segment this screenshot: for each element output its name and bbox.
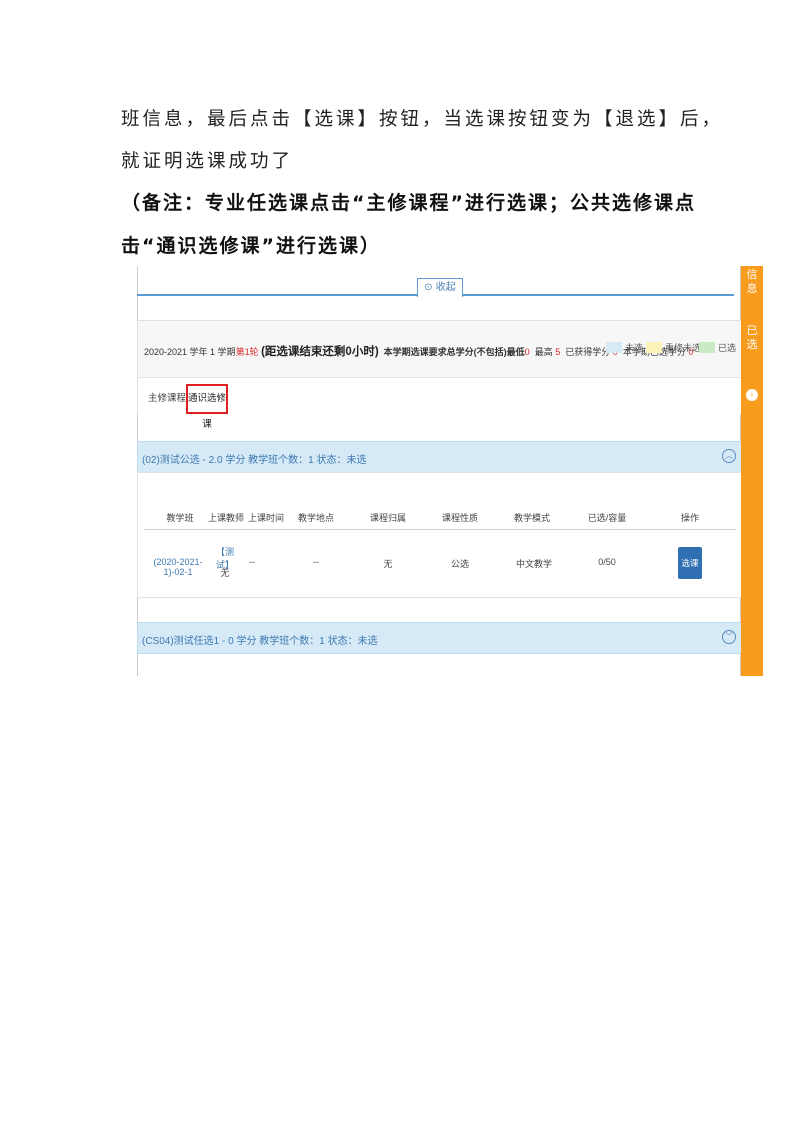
class-code-link[interactable]: (2020-2021-1)-02-1	[144, 557, 212, 577]
course-header-1-text: (02)测试公选 - 2.0 学分 教学班个数：1 状态：未选	[142, 455, 367, 466]
credit-earned-label: 已获得学分	[565, 347, 611, 357]
chevron-up-icon[interactable]: ︿	[722, 449, 736, 463]
col-header-action: 操作	[680, 513, 699, 523]
sidebar-info-label: 信息	[746, 268, 758, 295]
capacity-value: 0/50	[598, 557, 616, 567]
tab-general-electives[interactable]: 通识选修课	[186, 384, 228, 430]
teacher-title: 无	[220, 568, 230, 578]
instruction-line-2: 就证明选课成功了	[121, 151, 294, 172]
course-tabs: 主修课程 通识选修课	[138, 377, 742, 430]
teaching-mode: 中文教学	[515, 559, 552, 569]
legend-unselected-label: 未选	[625, 343, 644, 353]
chevron-down-icon[interactable]: ﹀	[722, 630, 736, 644]
sidebar-toggle-icon[interactable]: ›	[746, 389, 758, 401]
credit-max-value: 5	[555, 347, 561, 357]
instruction-line-1: 班信息，最后点击【选课】按钮，当选课按钮变为【退选】后，	[121, 109, 724, 130]
note-line-2: 击“通识选修课”进行选课）	[121, 235, 381, 257]
select-course-button[interactable]: 选课	[678, 547, 702, 579]
class-place: --	[313, 557, 319, 567]
tab-major-courses[interactable]: 主修课程	[148, 390, 186, 404]
class-time: --	[249, 557, 255, 567]
course-belong: 无	[383, 559, 393, 569]
legend-reselect: 重修未选	[646, 341, 701, 354]
collapse-button[interactable]: ⊙ 收起	[417, 278, 463, 297]
credit-req-label: 本学期选课要求总学分(不包括)最低	[383, 347, 525, 357]
col-header-teacher: 上课教师	[208, 513, 245, 523]
term-countdown: (距选课结束还剩0小时)	[261, 346, 379, 358]
course-header-1[interactable]: (02)测试公选 - 2.0 学分 教学班个数：1 状态：未选 ︿	[137, 441, 743, 473]
credit-max-label: 最高	[534, 347, 553, 357]
legend-swatch-yellow	[646, 342, 662, 353]
col-header-mode: 教学模式	[513, 513, 550, 523]
col-header-nature: 课程性质	[441, 513, 478, 523]
note-line-1: （备注：专业任选课点击“主修课程”进行选课；公共选修课点	[121, 192, 696, 214]
legend-selected: 已选	[699, 341, 736, 354]
right-sidebar: 信息 已选 ›	[741, 266, 763, 676]
collapse-label: 收起	[435, 282, 456, 293]
col-header-place: 教学地点	[297, 513, 334, 523]
col-header-class: 教学班	[166, 513, 194, 523]
table-header-divider	[144, 529, 736, 530]
course-nature: 公选	[450, 559, 469, 569]
legend-swatch-green	[699, 342, 715, 353]
course-header-2-text: (CS04)测试任选1 - 0 学分 教学班个数：1 状态：未选	[142, 636, 378, 647]
term-info-panel: 2020-2021 学年 1 学期第1轮 (距选课结束还剩0小时) 本学期选课要…	[137, 320, 743, 430]
legend-reselect-label: 重修未选	[665, 343, 702, 353]
term-year: 2020-2021 学年 1 学期	[144, 347, 236, 357]
sidebar-selected-label: 已选	[746, 324, 758, 351]
col-header-belong: 课程归属	[369, 513, 406, 523]
legend-swatch-blue	[606, 342, 622, 353]
term-round: 第1轮	[235, 347, 259, 357]
class-table: 教学班 上课教师 上课时间 教学地点 课程归属 课程性质 教学模式 已选/容量 …	[137, 472, 743, 598]
legend-selected-label: 已选	[718, 343, 737, 353]
credit-req-min: 0	[524, 347, 530, 357]
course-selection-screenshot: ⊙ 收起 2020-2021 学年 1 学期第1轮 (距选课结束还剩0小时) 本…	[121, 266, 762, 676]
sidebar-selected-tab[interactable]: 已选	[741, 324, 763, 352]
sidebar-info-tab[interactable]: 信息	[741, 268, 763, 296]
col-header-time: 上课时间	[247, 513, 284, 523]
legend-unselected: 未选	[606, 341, 643, 354]
course-header-2[interactable]: (CS04)测试任选1 - 0 学分 教学班个数：1 状态：未选 ﹀	[137, 622, 743, 654]
col-header-capacity: 已选/容量	[587, 513, 627, 523]
